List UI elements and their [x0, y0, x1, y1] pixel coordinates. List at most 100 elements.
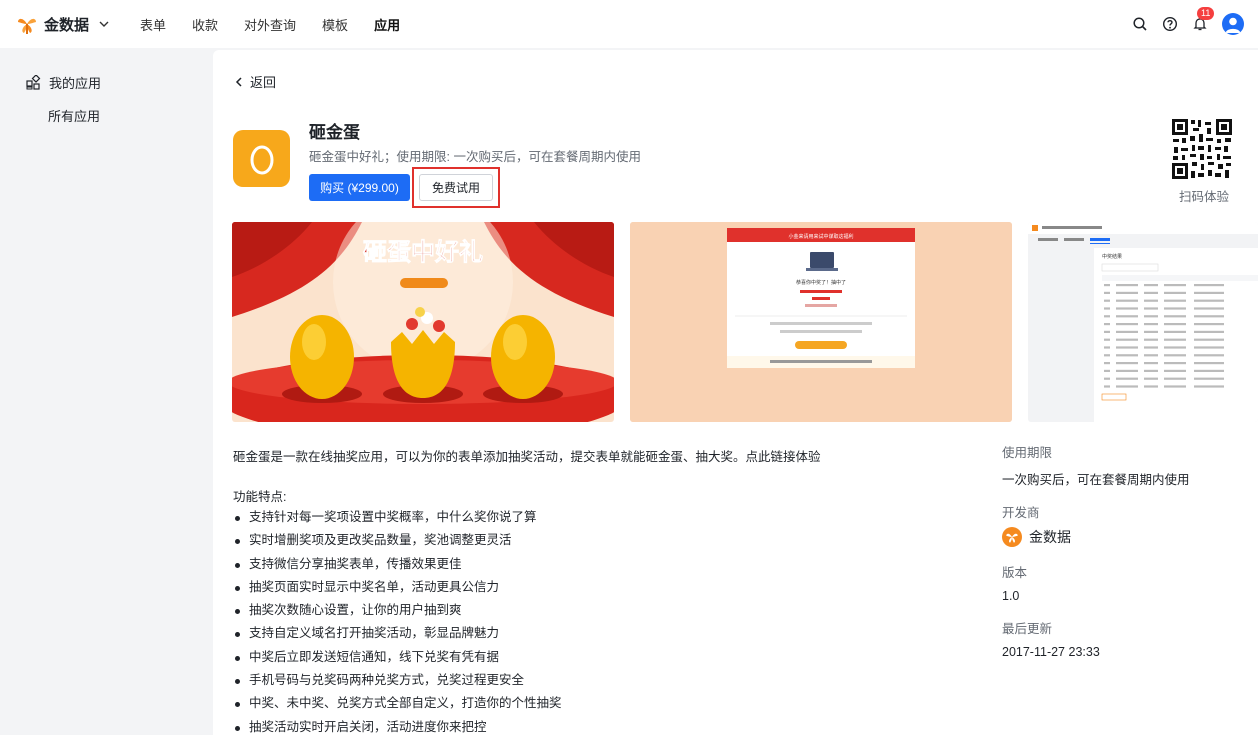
golden-egg-banner-image: 砸蛋中好礼	[232, 222, 614, 422]
table-cell-placeholder	[1104, 346, 1110, 349]
nav-public-query[interactable]: 对外查询	[244, 15, 296, 34]
table-cell-placeholder	[1144, 307, 1158, 310]
nav-payment[interactable]: 收款	[192, 15, 218, 34]
table-cell-placeholder	[1104, 354, 1110, 357]
nav-apps[interactable]: 应用	[374, 15, 400, 34]
table-cell-placeholder	[1194, 338, 1224, 341]
nav-templates[interactable]: 模板	[322, 15, 348, 34]
table-cell-placeholder	[1144, 346, 1158, 349]
screenshot-2[interactable]: 小金来请用来试中谋取这福利 恭喜你中奖了！抽中了	[630, 222, 1012, 422]
table-cell-placeholder	[1144, 323, 1158, 326]
list-item: 中奖后立即发送短信通知，线下兑奖有凭有据	[233, 646, 562, 669]
table-title: 中奖结果	[1102, 253, 1122, 260]
apps-icon	[26, 75, 41, 90]
brand-switcher[interactable]: 金数据	[16, 13, 140, 35]
table-cell-placeholder	[1194, 323, 1224, 326]
table-cell-placeholder	[1104, 299, 1110, 302]
table-cell-placeholder	[1104, 315, 1110, 318]
help-icon[interactable]	[1162, 16, 1178, 32]
table-cell-placeholder	[1144, 299, 1158, 302]
table-cell-placeholder	[1116, 291, 1138, 294]
table-cell-placeholder	[1164, 354, 1186, 357]
buy-button[interactable]: 购买 (¥299.00)	[309, 174, 410, 201]
search-icon[interactable]	[1132, 16, 1148, 32]
back-label: 返回	[250, 75, 277, 90]
table-cell-placeholder	[1164, 385, 1186, 388]
version-label: 版本	[1002, 566, 1028, 580]
table-cell-placeholder	[1194, 307, 1224, 310]
table-cell-placeholder	[1144, 362, 1158, 365]
brand-logo-icon	[18, 18, 36, 34]
notifications[interactable]: 11	[1192, 7, 1215, 32]
table-cell-placeholder	[1116, 377, 1138, 380]
usage-value: 一次购买后，可在套餐周期内使用	[1002, 473, 1190, 487]
table-cell-placeholder	[1144, 385, 1158, 388]
table-cell-placeholder	[1144, 377, 1158, 380]
table-cell-placeholder	[1116, 284, 1138, 287]
list-item: 支持自定义域名打开抽奖活动，彰显品牌魅力	[233, 622, 562, 645]
developer-logo-icon	[1002, 527, 1022, 547]
table-cell-placeholder	[1194, 362, 1224, 365]
updated-value: 2017-11-27 23:33	[1002, 645, 1100, 659]
table-cell-placeholder	[1194, 377, 1224, 380]
app-icon	[233, 130, 290, 187]
screenshot-3[interactable]: 中奖结果	[1028, 222, 1258, 422]
chevron-down-icon	[99, 21, 109, 27]
sidebar-item-my-apps[interactable]: 我的应用	[26, 73, 101, 92]
developer-name: 金数据	[1029, 529, 1071, 545]
table-cell-placeholder	[1116, 299, 1138, 302]
table-cell-placeholder	[1116, 323, 1138, 326]
table-cell-placeholder	[1194, 291, 1224, 294]
modal-title: 小金来请用来试中谋取这福利	[788, 233, 853, 240]
table-cell-placeholder	[1116, 362, 1138, 365]
table-cell-placeholder	[1144, 330, 1158, 333]
table-cell-placeholder	[1164, 362, 1186, 365]
table-cell-placeholder	[1194, 284, 1224, 287]
lottery-results-table-image: 中奖结果	[1028, 222, 1258, 422]
table-cell-placeholder	[1104, 330, 1110, 333]
sidebar-item-label: 我的应用	[49, 76, 102, 91]
table-cell-placeholder	[1194, 369, 1224, 372]
features-list: 支持针对每一奖项设置中奖概率，中什么奖你说了算 实时增删奖项及更改奖品数量，奖池…	[233, 506, 562, 735]
table-cell-placeholder	[1116, 330, 1138, 333]
features-title: 功能特点:	[233, 490, 287, 504]
table-cell-placeholder	[1144, 291, 1158, 294]
table-cell-placeholder	[1164, 299, 1186, 302]
list-item: 中奖、未中奖、兑奖方式全部自定义，打造你的个性抽奖	[233, 692, 562, 715]
table-cell-placeholder	[1194, 315, 1224, 318]
list-item: 抽奖活动实时开启关闭，活动进度你来把控	[233, 716, 562, 735]
app-title: 砸金蛋	[309, 123, 360, 142]
table-cell-placeholder	[1144, 354, 1158, 357]
table-cell-placeholder	[1144, 315, 1158, 318]
table-cell-placeholder	[1104, 338, 1110, 341]
table-cell-placeholder	[1104, 362, 1110, 365]
version-value: 1.0	[1002, 589, 1020, 603]
modal-text: 恭喜你中奖了！抽中了	[796, 279, 846, 286]
notification-badge: 11	[1197, 7, 1215, 20]
header-actions: 11	[1132, 0, 1258, 48]
table-cell-placeholder	[1116, 385, 1138, 388]
table-cell-placeholder	[1164, 346, 1186, 349]
table-cell-placeholder	[1194, 385, 1224, 388]
screenshot-1[interactable]: 砸蛋中好礼	[232, 222, 614, 422]
list-item: 实时增删奖项及更改奖品数量，奖池调整更灵活	[233, 529, 562, 552]
list-item: 抽奖页面实时显示中奖名单，活动更具公信力	[233, 576, 562, 599]
table-cell-placeholder	[1116, 338, 1138, 341]
sidebar-item-all-apps[interactable]: 所有应用	[48, 106, 100, 125]
free-trial-button[interactable]: 免费试用	[419, 174, 493, 201]
top-bar: 金数据 表单 收款 对外查询 模板 应用 11	[0, 0, 1258, 48]
table-cell-placeholder	[1116, 307, 1138, 310]
avatar[interactable]	[1222, 13, 1244, 35]
table-cell-placeholder	[1104, 307, 1110, 310]
back-button[interactable]: 返回	[235, 72, 276, 91]
updated-label: 最后更新	[1002, 622, 1053, 636]
brand-name: 金数据	[44, 16, 90, 34]
developer: 金数据	[1002, 527, 1190, 547]
qr-code-icon	[1171, 118, 1233, 180]
table-cell-placeholder	[1104, 385, 1110, 388]
nav-form[interactable]: 表单	[140, 15, 166, 34]
app-meta: 使用期限 一次购买后，可在套餐周期内使用 开发商 金数据 版本 1.0 最后更新…	[1002, 442, 1190, 659]
list-item: 抽奖次数随心设置，让你的用户抽到爽	[233, 599, 562, 622]
table-cell-placeholder	[1194, 354, 1224, 357]
table-cell-placeholder	[1164, 369, 1186, 372]
